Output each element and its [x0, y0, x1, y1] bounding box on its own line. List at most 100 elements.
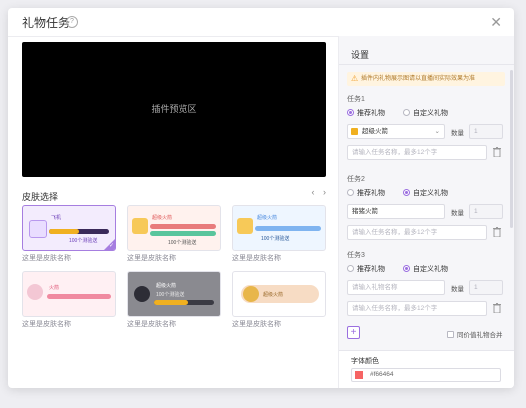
- prev-page-icon[interactable]: ‹: [311, 187, 314, 197]
- checkbox-icon: [447, 331, 454, 338]
- gift-icon: [237, 218, 253, 234]
- gift-select-value: 超级火箭: [362, 128, 388, 135]
- skin-item[interactable]: 超级火箭 100个测验送 这里是皮肤名称: [127, 271, 221, 329]
- left-panel: 插件预览区 皮肤选择 ‹ › 飞机 100个测验送 ✓ 这里是皮肤名称 超级火箭…: [22, 42, 326, 329]
- skin-card-pink[interactable]: 火箭: [22, 271, 116, 317]
- radio-icon: [347, 109, 354, 116]
- radio-recommend[interactable]: 推荐礼物: [347, 188, 385, 198]
- settings-title: 设置: [351, 50, 370, 60]
- gift-row: 请输入礼物名称 数量 1: [347, 280, 505, 295]
- quantity-label: 数量: [451, 210, 464, 217]
- trash-icon[interactable]: [493, 147, 501, 157]
- skin-card-title: 超级火箭: [156, 283, 177, 289]
- skin-card-purple[interactable]: 飞机 100个测验送 ✓: [22, 205, 116, 251]
- task-name-input[interactable]: 请输入任务名称，最多12个字: [347, 301, 487, 316]
- progress-bar: [150, 224, 216, 229]
- merge-checkbox[interactable]: 同价值礼物合并: [447, 329, 503, 339]
- skin-card-blue[interactable]: 超级火箭 100个测验送: [232, 205, 326, 251]
- skin-card-green[interactable]: 超级火箭 100个测验送: [127, 205, 221, 251]
- quantity-input[interactable]: 1: [469, 124, 503, 139]
- gift-task-dialog: 礼物任务 ? ✕ 插件预览区 皮肤选择 ‹ › 飞机 100个测验送 ✓ 这里是…: [8, 8, 514, 388]
- task-name-input[interactable]: 请输入任务名称，最多12个字: [347, 145, 487, 160]
- radio-label: 自定义礼物: [413, 110, 448, 117]
- progress-bar: [255, 226, 321, 231]
- quantity-label: 数量: [451, 286, 464, 293]
- skin-card-dark[interactable]: 超级火箭 100个测验送: [127, 271, 221, 317]
- radio-label: 推荐礼物: [357, 190, 385, 197]
- name-row: 请输入任务名称，最多12个字: [347, 301, 505, 316]
- radio-label: 自定义礼物: [413, 190, 448, 197]
- radio-custom[interactable]: 自定义礼物: [403, 108, 448, 118]
- skin-card-title: 超级火箭: [257, 215, 278, 221]
- skin-item[interactable]: 超级火箭 100个测验送 这里是皮肤名称: [232, 205, 326, 263]
- skin-card-badge: 100个测验送: [69, 238, 98, 244]
- task-label: 任务3: [347, 252, 365, 259]
- gift-select[interactable]: 超级火箭 ⌄: [347, 124, 445, 139]
- task-3: 任务3 推荐礼物 自定义礼物 请输入礼物名称 数量 1 请输入任务名称，最多12…: [347, 250, 505, 316]
- rocket-icon: [27, 284, 43, 300]
- font-color-input[interactable]: #f66464: [351, 368, 501, 382]
- skin-item[interactable]: 火箭 这里是皮肤名称: [22, 271, 116, 329]
- radio-icon: [347, 265, 354, 272]
- quantity-input[interactable]: 1: [469, 280, 503, 295]
- close-icon[interactable]: ✕: [490, 14, 502, 31]
- gift-type-radios: 推荐礼物 自定义礼物: [347, 264, 505, 274]
- dialog-title: 礼物任务: [22, 16, 71, 30]
- plane-icon: [29, 220, 47, 238]
- skin-pager: ‹ ›: [305, 187, 326, 197]
- gift-icon: [351, 128, 358, 135]
- font-color-section: 字体颜色 #f66464: [339, 350, 514, 388]
- skin-item[interactable]: 飞机 100个测验送 ✓ 这里是皮肤名称: [22, 205, 116, 263]
- gift-name-input[interactable]: 猪猪火箭: [347, 204, 445, 219]
- skin-name: 这里是皮肤名称: [232, 255, 281, 262]
- skin-header: 皮肤选择 ‹ ›: [22, 187, 326, 202]
- skin-section-title: 皮肤选择: [22, 192, 59, 202]
- skin-card-title: 超级火箭: [263, 292, 284, 298]
- radio-custom[interactable]: 自定义礼物: [403, 188, 448, 198]
- gift-row: 超级火箭 ⌄ 数量 1: [347, 124, 505, 139]
- skin-item[interactable]: 超级火箭 这里是皮肤名称: [232, 271, 326, 329]
- rocket-icon: [134, 286, 150, 302]
- warning-banner: ⚠ 插件内礼物展示图请以直播间实际效果为准: [347, 72, 505, 86]
- skin-name: 这里是皮肤名称: [22, 255, 71, 262]
- skin-card-gold[interactable]: 超级火箭: [232, 271, 326, 317]
- quantity-label: 数量: [451, 130, 464, 137]
- gift-icon: [132, 218, 148, 234]
- progress-fill: [49, 229, 79, 234]
- radio-recommend[interactable]: 推荐礼物: [347, 264, 385, 274]
- radio-label: 推荐礼物: [357, 110, 385, 117]
- gift-name-input[interactable]: 请输入礼物名称: [347, 280, 445, 295]
- skin-card-title: 超级火箭: [152, 215, 173, 221]
- task-name-input[interactable]: 请输入任务名称，最多12个字: [347, 225, 487, 240]
- dialog-header: 礼物任务 ? ✕: [8, 8, 514, 37]
- progress-fill: [154, 300, 188, 305]
- add-task-button[interactable]: +: [347, 326, 360, 339]
- settings-panel: 设置 ⚠ 插件内礼物展示图请以直播间实际效果为准 任务1 推荐礼物 自定义礼物 …: [338, 36, 514, 388]
- skin-card-title: 火箭: [49, 285, 60, 291]
- radio-custom[interactable]: 自定义礼物: [403, 264, 448, 274]
- preview-label: 插件预览区: [151, 104, 197, 114]
- quantity-input[interactable]: 1: [469, 204, 503, 219]
- merge-label: 同价值礼物合并: [457, 332, 503, 339]
- skin-name: 这里是皮肤名称: [127, 321, 176, 328]
- skin-card-badge: 100个测验送: [156, 292, 185, 298]
- radio-icon: [403, 109, 410, 116]
- skin-item[interactable]: 超级火箭 100个测验送 这里是皮肤名称: [127, 205, 221, 263]
- color-swatch[interactable]: [355, 371, 363, 379]
- scrollbar[interactable]: [510, 70, 513, 228]
- trash-icon[interactable]: [493, 303, 501, 313]
- radio-label: 自定义礼物: [413, 266, 448, 273]
- next-page-icon[interactable]: ›: [323, 187, 326, 197]
- progress-bar: [150, 231, 216, 236]
- name-row: 请输入任务名称，最多12个字: [347, 225, 505, 240]
- divider: [339, 64, 514, 65]
- radio-label: 推荐礼物: [357, 266, 385, 273]
- trash-icon[interactable]: [493, 227, 501, 237]
- warning-text: 插件内礼物展示图请以直播间实际效果为准: [361, 76, 476, 82]
- gift-row: 猪猪火箭 数量 1: [347, 204, 505, 219]
- gift-type-radios: 推荐礼物 自定义礼物: [347, 108, 505, 118]
- radio-recommend[interactable]: 推荐礼物: [347, 108, 385, 118]
- skin-name: 这里是皮肤名称: [127, 255, 176, 262]
- help-icon[interactable]: ?: [66, 16, 78, 28]
- radio-icon: [403, 189, 410, 196]
